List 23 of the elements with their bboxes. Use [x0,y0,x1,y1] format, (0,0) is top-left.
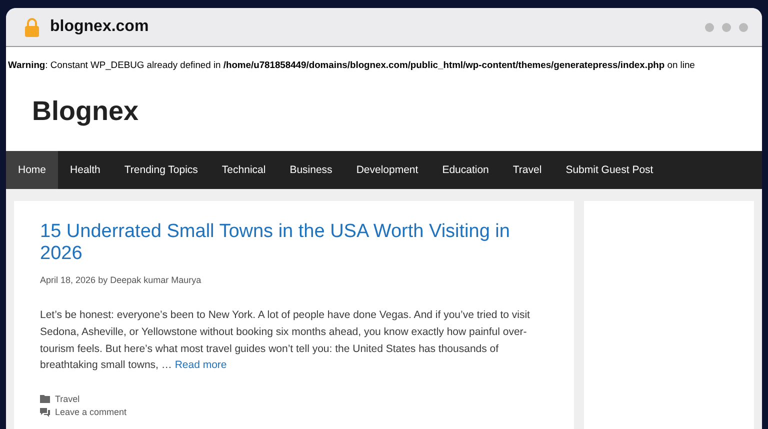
read-more-link[interactable]: Read more [174,359,227,372]
post-excerpt: Let’s be honest: everyone’s been to New York. A lot of people have done Vegas. And if you’ve tried to visit Sedona, Asheville, or Yellowstone without booking six months ahead, you know exactly how painful over-tourism feels. But here’s what most travel guides won’t tell you: the United States has thousands of breathtaking small towns, … Read more [40,308,531,374]
warning-message: Warning: Constant WP_DEBUG already defined in /home/u781858449/domains/blognex.com/public_html/wp-content/themes/generatepress/index.php on line [6,47,762,70]
lock-icon [24,18,40,36]
nav-item[interactable]: Technical [210,151,278,189]
post-title[interactable]: 15 Underrated Small Towns in the USA Worth Visiting in 2026 [40,221,548,265]
window-dot-icon[interactable] [722,22,731,32]
nav-item[interactable]: Development [344,151,430,189]
comment-link[interactable]: Leave a comment [55,407,127,418]
nav-item[interactable]: Home [6,151,58,189]
nav-item[interactable]: Business [278,151,344,189]
nav-item[interactable]: Health [58,151,112,189]
nav-item[interactable]: Trending Topics [112,151,210,189]
nav-item[interactable]: Education [430,151,501,189]
folder-icon [40,395,50,404]
category-link[interactable]: Travel [55,394,80,404]
window-dot-icon[interactable] [705,22,714,32]
post-meta: April 18, 2026 by Deepak kumar Maurya [40,275,202,285]
comment-icon [40,408,50,417]
window-dot-icon[interactable] [739,22,748,32]
address-text: blognex.com [50,18,150,36]
nav-item[interactable]: Travel [500,151,554,189]
nav-item[interactable]: Submit Guest Post [554,151,666,189]
